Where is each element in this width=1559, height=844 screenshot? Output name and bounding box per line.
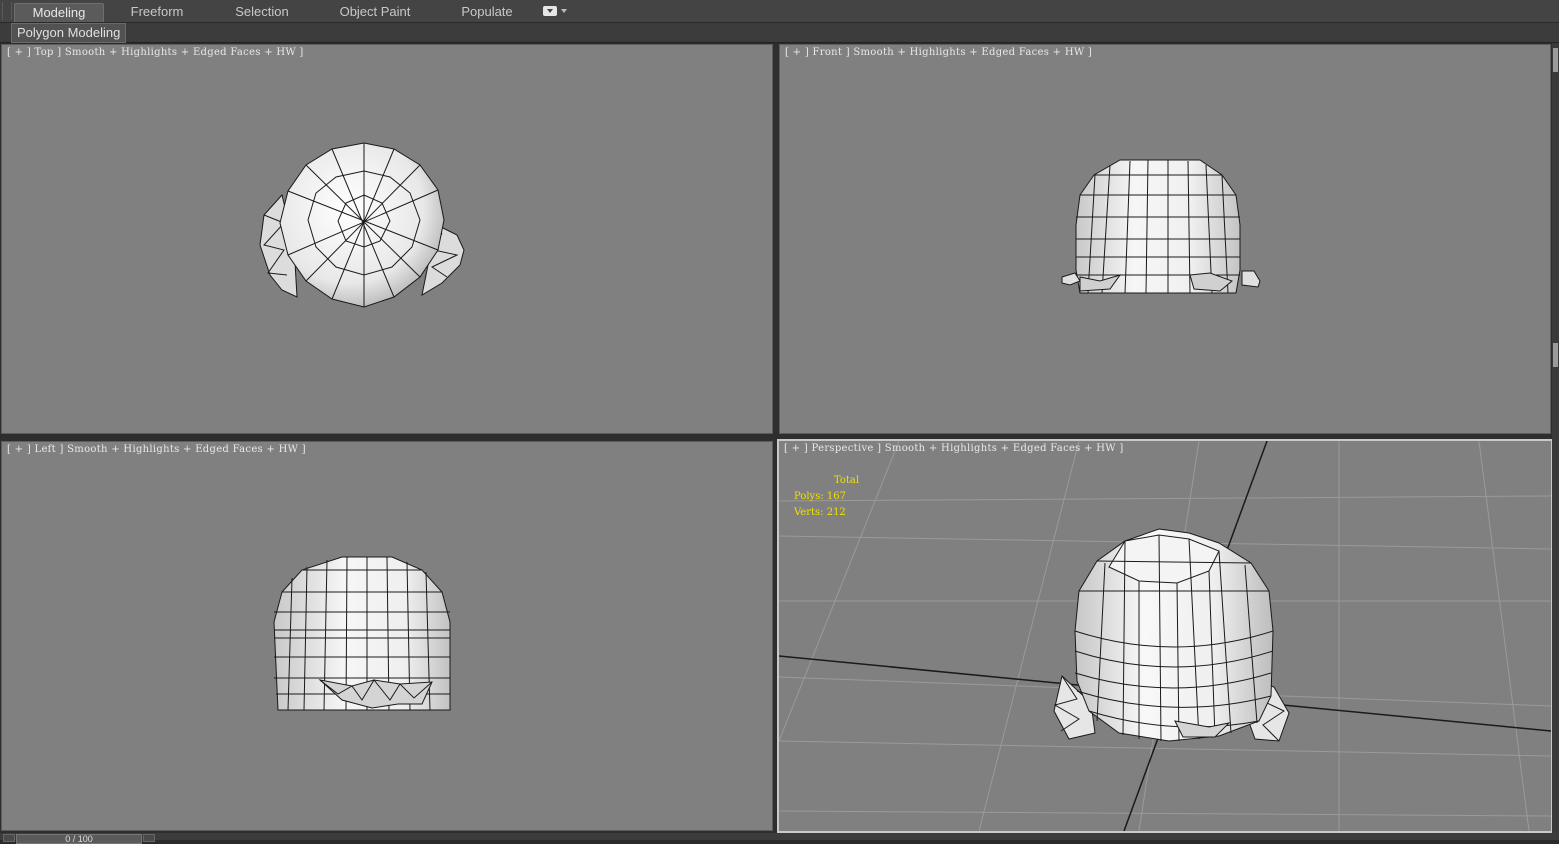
stats-polys: Polys: 167: [794, 491, 846, 502]
viewport-area: [ + ] Top ] Smooth + Highlights + Edged …: [0, 43, 1559, 833]
mesh-top: [259, 142, 465, 308]
tab-freeform[interactable]: Freeform: [116, 3, 198, 21]
menu-box-icon: [543, 6, 557, 16]
viewport-perspective[interactable]: [ + ] Perspective ] Smooth + Highlights …: [777, 439, 1553, 833]
viewport-top[interactable]: [ + ] Top ] Smooth + Highlights + Edged …: [1, 44, 773, 434]
tab-selection[interactable]: Selection: [220, 3, 304, 21]
time-next-button[interactable]: [143, 834, 155, 842]
viewport-front[interactable]: [ + ] Front ] Smooth + Highlights + Edge…: [779, 44, 1551, 434]
time-slider[interactable]: 0 / 100: [16, 834, 142, 844]
viewport-label-top[interactable]: [ + ] Top ] Smooth + Highlights + Edged …: [7, 47, 304, 58]
viewport-label-left[interactable]: [ + ] Left ] Smooth + Highlights + Edged…: [7, 444, 306, 455]
chevron-down-icon: [561, 9, 567, 13]
top-view-canvas: [259, 142, 465, 308]
viewport-left[interactable]: [ + ] Left ] Smooth + Highlights + Edged…: [1, 441, 773, 831]
mesh-front: [1061, 159, 1261, 294]
right-side-panel-edge: [1552, 43, 1559, 833]
tab-populate[interactable]: Populate: [448, 3, 526, 21]
perspective-view-canvas: [779, 441, 1551, 831]
time-slider-bar: 0 / 100: [0, 833, 1559, 844]
scroll-handle-mid[interactable]: [1553, 343, 1558, 367]
front-view-canvas: [1061, 159, 1261, 294]
ribbon-panel-strip: Polygon Modeling: [0, 23, 1559, 43]
scroll-handle-top[interactable]: [1553, 48, 1558, 72]
tab-object-paint[interactable]: Object Paint: [330, 3, 420, 21]
tab-modeling[interactable]: Modeling: [14, 3, 104, 22]
stats-total-header: Total: [834, 475, 860, 486]
mesh-perspective: [1053, 528, 1290, 742]
viewport-label-front[interactable]: [ + ] Front ] Smooth + Highlights + Edge…: [785, 47, 1092, 58]
ribbon-grip-handle[interactable]: [2, 2, 12, 20]
left-view-canvas: [273, 556, 451, 711]
time-prev-button[interactable]: [3, 834, 15, 842]
ribbon-tab-bar: Modeling Freeform Selection Object Paint…: [0, 0, 1559, 23]
polygon-modeling-panel-button[interactable]: Polygon Modeling: [11, 23, 127, 43]
dropdown-menu-icon[interactable]: [543, 6, 569, 18]
stats-verts: Verts: 212: [794, 507, 846, 518]
viewport-label-perspective[interactable]: [ + ] Perspective ] Smooth + Highlights …: [784, 443, 1124, 454]
mesh-left: [273, 556, 451, 711]
